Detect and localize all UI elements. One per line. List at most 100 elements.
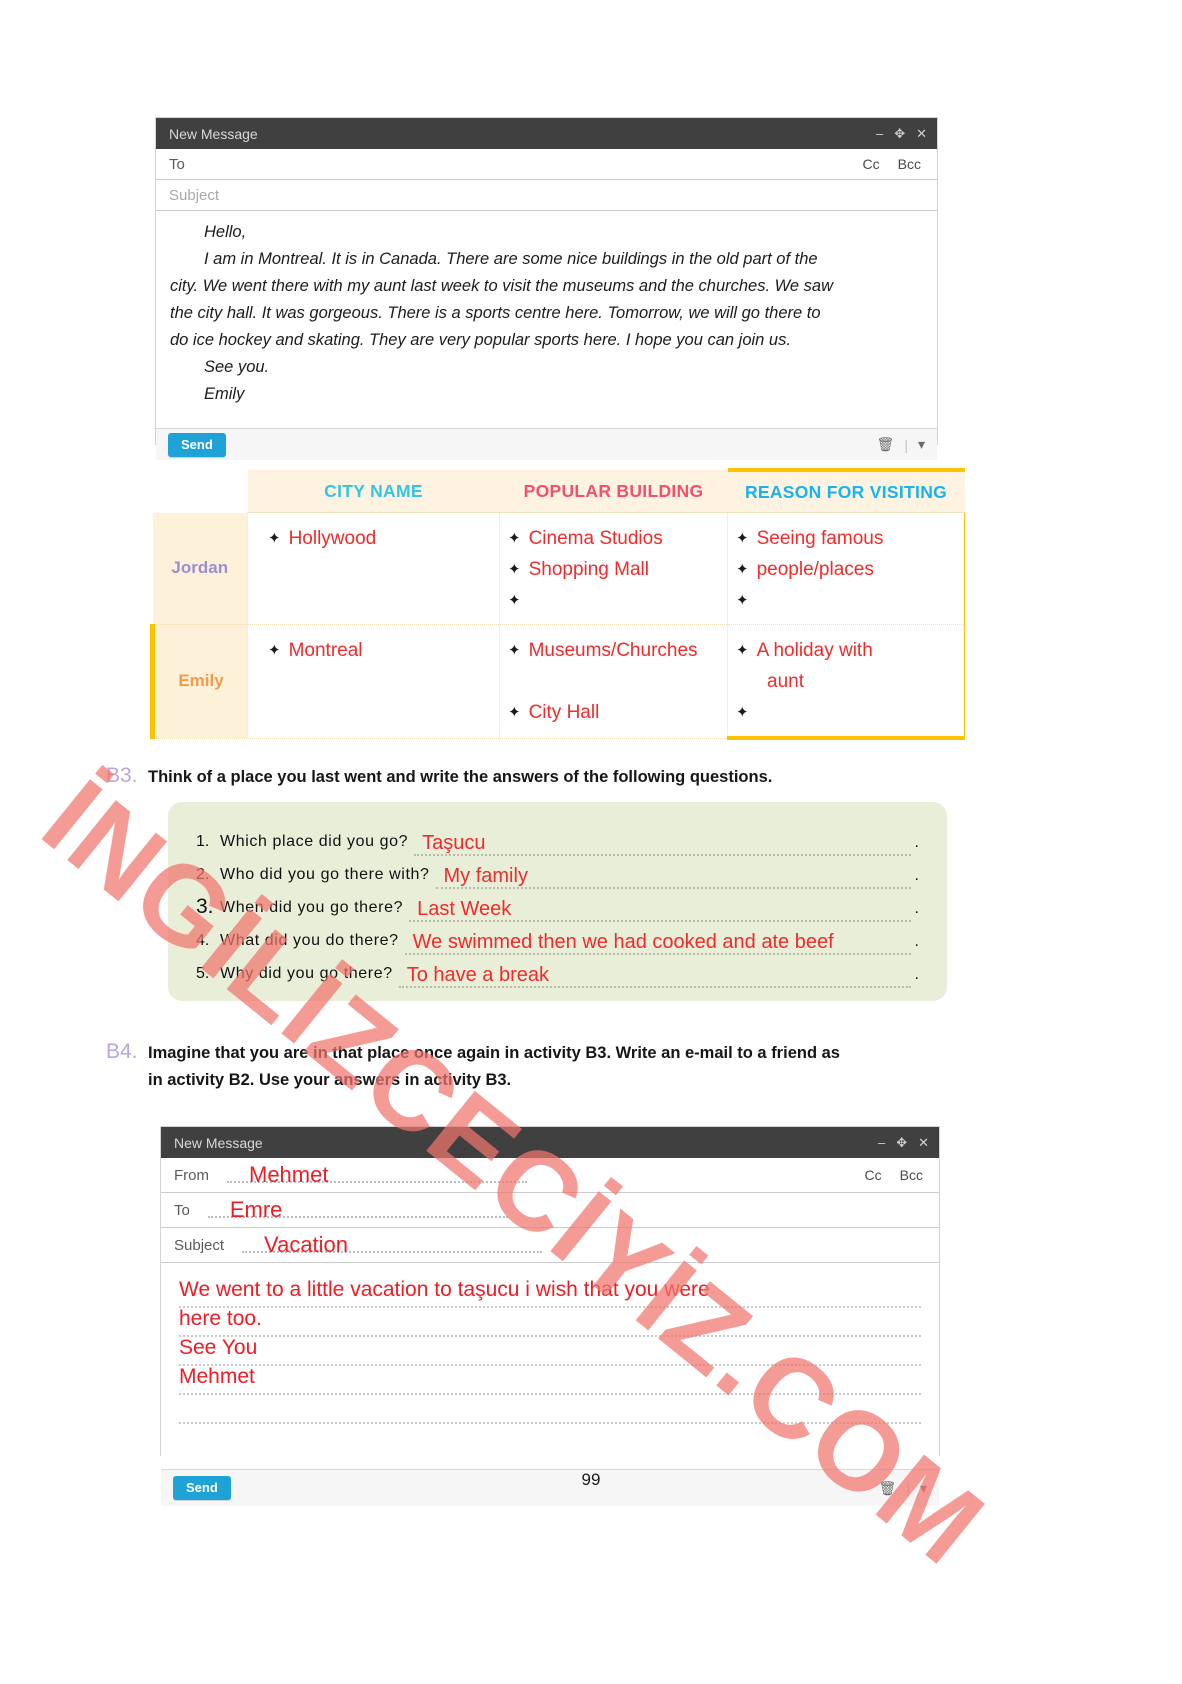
subject-label: Subject — [174, 1236, 225, 1254]
line-end-period: . — [914, 900, 919, 917]
table-row: Jordan ✦ Hollywood ✦ Cinema Studios ✦ Sh… — [152, 512, 965, 625]
answer-blank[interactable]: My family — [435, 863, 911, 889]
question-number: 5. — [196, 965, 210, 982]
to-field-row[interactable]: To Cc Bcc — [156, 149, 937, 180]
cell-building-emily: ✦ Museums/Churches ✦ City Hall — [499, 624, 728, 739]
to-label: To — [169, 155, 185, 173]
body-line: here too. — [179, 1308, 921, 1337]
answer-text: Last Week — [417, 898, 512, 920]
question-number: 2. — [196, 866, 210, 883]
bcc-button[interactable]: Bcc — [900, 1167, 923, 1183]
answer-blank[interactable]: We swimmed then we had cooked and ate be… — [404, 929, 911, 955]
subject-input[interactable]: Vacation — [242, 1228, 919, 1262]
minimize-icon[interactable]: – — [876, 127, 883, 140]
bullet-item: ✦ people/places — [736, 554, 956, 585]
email-window-title: New Message — [174, 1134, 263, 1151]
activity-b4-heading: B4. Imagine that you are in that place o… — [106, 1040, 976, 1094]
bullet-item: ✦ A holiday with — [736, 635, 956, 666]
cc-button[interactable]: Cc — [865, 1167, 882, 1183]
answer-text: We swimmed then we had cooked and ate be… — [412, 931, 834, 953]
bullet-item: ✦ Shopping Mall — [508, 554, 719, 585]
diamond-bullet-icon: ✦ — [736, 561, 749, 578]
activity-b3-heading: B3. Think of a place you last went and w… — [106, 764, 986, 791]
cell-reason-emily: ✦ A holiday with aunt ✦ — [727, 624, 965, 740]
body-line: do ice hockey and skating. They are very… — [170, 331, 791, 349]
cell-city-emily: ✦ Montreal — [247, 624, 500, 739]
question-answer-box: 1. Which place did you go? Taşucu . 2. W… — [168, 802, 947, 1001]
body-line: the city hall. It was gorgeous. There is… — [170, 304, 821, 322]
divider: | — [904, 436, 908, 453]
bullet-text: Montreal — [288, 640, 363, 661]
bullet-text: Shopping Mall — [528, 559, 649, 580]
line-end-period: . — [914, 966, 919, 983]
chevron-down-icon[interactable]: ▾ — [918, 436, 925, 453]
footer-icon-group: 🗑 | ▾ — [877, 436, 925, 453]
page-footer-spacer — [501, 1447, 577, 1465]
diamond-bullet-icon: ✦ — [508, 704, 521, 721]
bullet-item: ✦ — [508, 585, 719, 616]
to-input[interactable]: Emre — [207, 1193, 919, 1227]
table-header-popular-building: POPULAR BUILDING — [499, 470, 728, 513]
cell-reason-jordan: ✦ Seeing famous ✦ people/places ✦ — [727, 512, 965, 625]
minimize-icon[interactable]: – — [878, 1136, 885, 1149]
trash-icon[interactable]: 🗑 — [877, 436, 895, 453]
bullet-text: Seeing famous — [756, 528, 884, 549]
email-footer: Send 🗑 | ▾ — [156, 428, 937, 460]
email-body-area[interactable]: We went to a little vacation to taşucu i… — [161, 1263, 939, 1469]
answer-text: Taşucu — [422, 832, 486, 854]
subject-value: Vacation — [264, 1232, 349, 1257]
to-label: To — [174, 1201, 190, 1219]
question-row: 4. What did you do there? We swimmed the… — [196, 922, 919, 955]
bullet-item: ✦ Montreal — [256, 635, 491, 666]
bullet-text: City Hall — [528, 702, 600, 723]
bullet-text: A holiday with — [756, 640, 873, 661]
bullet-text: Hollywood — [288, 528, 377, 549]
body-line-text: here too. — [179, 1307, 262, 1330]
body-line: Hello, — [204, 223, 247, 241]
from-field-row[interactable]: From Mehmet Cc Bcc — [161, 1158, 939, 1193]
comparison-table: CITY NAME POPULAR BUILDING REASON FOR VI… — [150, 468, 965, 740]
from-input[interactable]: Mehmet — [227, 1158, 845, 1192]
diamond-bullet-icon: ✦ — [736, 704, 749, 721]
send-button[interactable]: Send — [168, 432, 226, 457]
diamond-bullet-icon: ✦ — [508, 561, 521, 578]
subject-field-row[interactable]: Subject — [156, 180, 937, 211]
table-row: Emily ✦ Montreal ✦ Museums/Churches ✦ Ci… — [150, 624, 965, 740]
bcc-button[interactable]: Bcc — [898, 156, 921, 172]
subject-placeholder: Subject — [169, 186, 220, 204]
close-icon[interactable]: ✕ — [918, 1136, 929, 1149]
bullet-item: ✦ Seeing famous — [736, 523, 956, 554]
email-body-text[interactable]: Hello, I am in Montreal. It is in Canada… — [156, 211, 937, 428]
from-label: From — [174, 1166, 209, 1184]
body-line: Emily — [204, 385, 245, 403]
email-window-title: New Message — [169, 125, 258, 142]
answer-blank[interactable]: Last Week — [409, 896, 911, 922]
body-line-text: See You — [179, 1336, 258, 1359]
cc-button[interactable]: Cc — [863, 156, 880, 172]
to-field-row[interactable]: To Emre — [161, 1193, 939, 1228]
answer-email-window: New Message – ✥ ✕ From Mehmet Cc Bcc To … — [160, 1126, 940, 1506]
close-icon[interactable]: ✕ — [916, 127, 927, 140]
expand-icon[interactable]: ✥ — [896, 1136, 907, 1149]
activity-b4-instruction-line1: Imagine that you are in that place once … — [148, 1044, 840, 1062]
activity-b4-instruction-line2: in activity B2. Use your answers in acti… — [148, 1071, 512, 1089]
answer-blank[interactable]: To have a break — [398, 962, 911, 988]
expand-icon[interactable]: ✥ — [894, 127, 905, 140]
question-number: 3. — [196, 895, 214, 918]
bullet-text: Museums/Churches — [528, 640, 698, 661]
question-text: Why did you go there? — [220, 965, 393, 982]
bullet-item: ✦ City Hall — [508, 697, 719, 728]
question-text: When did you go there? — [220, 899, 404, 916]
table-header-city-name: CITY NAME — [247, 470, 500, 513]
activity-b4-instruction: Imagine that you are in that place once … — [148, 1040, 840, 1094]
question-text: Who did you go there with? — [220, 866, 430, 883]
subject-field-row[interactable]: Subject Vacation — [161, 1228, 939, 1263]
body-line: See You — [179, 1337, 921, 1366]
answer-text: To have a break — [406, 964, 550, 986]
row-label-emily: Emily — [150, 624, 248, 739]
body-line — [179, 1395, 921, 1424]
line-end-period: . — [914, 933, 919, 950]
sample-email-window: New Message – ✥ ✕ To Cc Bcc Subject Hell… — [155, 117, 938, 460]
answer-blank[interactable]: Taşucu — [414, 830, 911, 856]
bullet-item: ✦ Cinema Studios — [508, 523, 719, 554]
